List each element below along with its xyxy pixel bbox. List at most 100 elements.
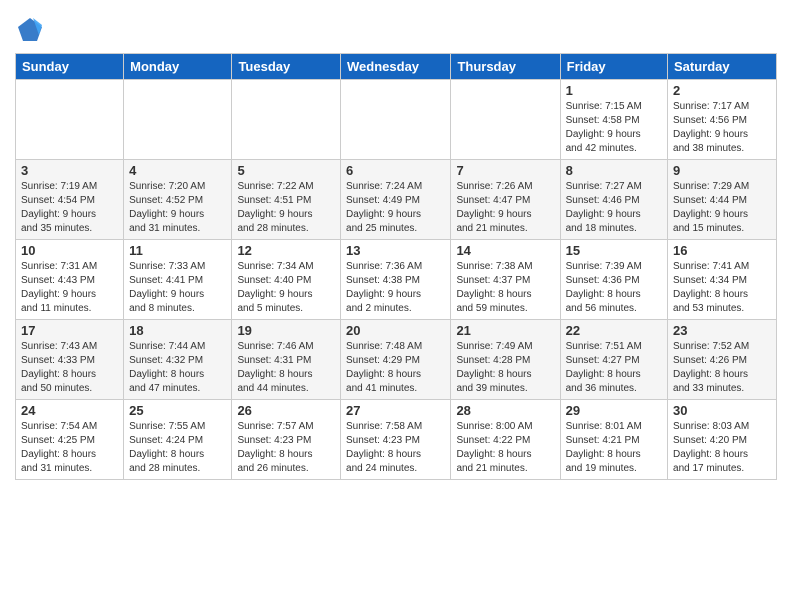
day-number: 20 <box>346 323 445 338</box>
day-number: 26 <box>237 403 335 418</box>
calendar-cell: 24 Sunrise: 7:54 AM Sunset: 4:25 PM Dayli… <box>16 400 124 480</box>
day-number: 3 <box>21 163 118 178</box>
weekday-header-saturday: Saturday <box>668 54 777 80</box>
day-info: Sunrise: 7:39 AM Sunset: 4:36 PM Dayligh… <box>566 260 662 316</box>
day-info: Sunrise: 7:24 AM Sunset: 4:49 PM Dayligh… <box>346 180 445 236</box>
day-number: 28 <box>456 403 554 418</box>
day-number: 11 <box>129 243 226 258</box>
page-container: SundayMondayTuesdayWednesdayThursdayFrid… <box>0 0 792 485</box>
day-number: 16 <box>673 243 771 258</box>
calendar-cell: 21Sunrise: 7:49 AM Sunset: 4:28 PM Dayli… <box>451 320 560 400</box>
week-row-4: 17Sunrise: 7:43 AM Sunset: 4:33 PM Dayli… <box>16 320 777 400</box>
day-info: Sunrise: 7:49 AM Sunset: 4:28 PM Dayligh… <box>456 340 554 396</box>
day-info: Sunrise: 7:26 AM Sunset: 4:47 PM Dayligh… <box>456 180 554 236</box>
day-number: 4 <box>129 163 226 178</box>
day-info: Sunrise: 7:33 AM Sunset: 4:41 PM Dayligh… <box>129 260 226 316</box>
day-info: Sunrise: 7:44 AM Sunset: 4:32 PM Dayligh… <box>129 340 226 396</box>
calendar-cell: 15 Sunrise: 7:39 AM Sunset: 4:36 PM Dayli… <box>560 240 667 320</box>
day-number: 15 <box>566 243 662 258</box>
day-number: 17 <box>21 323 118 338</box>
day-number: 23 <box>673 323 771 338</box>
day-number: 7 <box>456 163 554 178</box>
day-info: Sunrise: 7:22 AM Sunset: 4:51 PM Dayligh… <box>237 180 335 236</box>
day-info: Sunrise: 8:00 AM Sunset: 4:22 PM Dayligh… <box>456 420 554 476</box>
weekday-header-row: SundayMondayTuesdayWednesdayThursdayFrid… <box>16 54 777 80</box>
header <box>15 10 777 45</box>
day-info: Sunrise: 7:29 AM Sunset: 4:44 PM Dayligh… <box>673 180 771 236</box>
week-row-1: 1Sunrise: 7:15 AM Sunset: 4:58 PM Daylig… <box>16 80 777 160</box>
calendar-cell: 4Sunrise: 7:20 AM Sunset: 4:52 PM Daylig… <box>124 160 232 240</box>
calendar-cell: 16 Sunrise: 7:41 AM Sunset: 4:34 PM Dayli… <box>668 240 777 320</box>
calendar-cell <box>16 80 124 160</box>
day-number: 22 <box>566 323 662 338</box>
day-number: 1 <box>566 83 662 98</box>
day-number: 8 <box>566 163 662 178</box>
calendar-cell: 2 Sunrise: 7:17 AM Sunset: 4:56 PM Daylig… <box>668 80 777 160</box>
calendar-cell: 3 Sunrise: 7:19 AM Sunset: 4:54 PM Daylig… <box>16 160 124 240</box>
day-info: Sunrise: 7:54 AM Sunset: 4:25 PM Dayligh… <box>21 420 118 476</box>
calendar-cell: 25 Sunrise: 7:55 AM Sunset: 4:24 PM Dayli… <box>124 400 232 480</box>
day-info: Sunrise: 7:17 AM Sunset: 4:56 PM Dayligh… <box>673 100 771 156</box>
day-number: 18 <box>129 323 226 338</box>
week-row-5: 24 Sunrise: 7:54 AM Sunset: 4:25 PM Dayli… <box>16 400 777 480</box>
calendar-cell: 17Sunrise: 7:43 AM Sunset: 4:33 PM Dayli… <box>16 320 124 400</box>
week-row-3: 10 Sunrise: 7:31 AM Sunset: 4:43 PM Dayli… <box>16 240 777 320</box>
calendar-cell <box>451 80 560 160</box>
day-info: Sunrise: 7:57 AM Sunset: 4:23 PM Dayligh… <box>237 420 335 476</box>
calendar-cell: 11 Sunrise: 7:33 AM Sunset: 4:41 PM Dayli… <box>124 240 232 320</box>
day-number: 29 <box>566 403 662 418</box>
calendar-cell: 12 Sunrise: 7:34 AM Sunset: 4:40 PM Dayli… <box>232 240 341 320</box>
day-number: 12 <box>237 243 335 258</box>
day-number: 5 <box>237 163 335 178</box>
weekday-header-friday: Friday <box>560 54 667 80</box>
logo-icon <box>15 15 45 45</box>
calendar-cell: 10 Sunrise: 7:31 AM Sunset: 4:43 PM Dayli… <box>16 240 124 320</box>
day-info: Sunrise: 7:36 AM Sunset: 4:38 PM Dayligh… <box>346 260 445 316</box>
day-info: Sunrise: 7:31 AM Sunset: 4:43 PM Dayligh… <box>21 260 118 316</box>
day-info: Sunrise: 7:52 AM Sunset: 4:26 PM Dayligh… <box>673 340 771 396</box>
logo <box>15 15 47 45</box>
day-number: 24 <box>21 403 118 418</box>
day-number: 30 <box>673 403 771 418</box>
day-info: Sunrise: 7:38 AM Sunset: 4:37 PM Dayligh… <box>456 260 554 316</box>
calendar-cell: 9 Sunrise: 7:29 AM Sunset: 4:44 PM Daylig… <box>668 160 777 240</box>
calendar-cell: 7 Sunrise: 7:26 AM Sunset: 4:47 PM Daylig… <box>451 160 560 240</box>
day-number: 10 <box>21 243 118 258</box>
calendar-cell: 1Sunrise: 7:15 AM Sunset: 4:58 PM Daylig… <box>560 80 667 160</box>
calendar-cell: 22 Sunrise: 7:51 AM Sunset: 4:27 PM Dayli… <box>560 320 667 400</box>
calendar-cell: 20 Sunrise: 7:48 AM Sunset: 4:29 PM Dayli… <box>341 320 451 400</box>
weekday-header-sunday: Sunday <box>16 54 124 80</box>
calendar-cell: 23 Sunrise: 7:52 AM Sunset: 4:26 PM Dayli… <box>668 320 777 400</box>
day-number: 25 <box>129 403 226 418</box>
day-number: 9 <box>673 163 771 178</box>
calendar-cell: 8 Sunrise: 7:27 AM Sunset: 4:46 PM Daylig… <box>560 160 667 240</box>
day-info: Sunrise: 7:58 AM Sunset: 4:23 PM Dayligh… <box>346 420 445 476</box>
day-info: Sunrise: 7:55 AM Sunset: 4:24 PM Dayligh… <box>129 420 226 476</box>
calendar-cell: 6Sunrise: 7:24 AM Sunset: 4:49 PM Daylig… <box>341 160 451 240</box>
weekday-header-monday: Monday <box>124 54 232 80</box>
calendar-cell: 13 Sunrise: 7:36 AM Sunset: 4:38 PM Dayli… <box>341 240 451 320</box>
day-info: Sunrise: 7:34 AM Sunset: 4:40 PM Dayligh… <box>237 260 335 316</box>
day-info: Sunrise: 7:19 AM Sunset: 4:54 PM Dayligh… <box>21 180 118 236</box>
weekday-header-thursday: Thursday <box>451 54 560 80</box>
calendar-cell <box>232 80 341 160</box>
calendar-cell: 5 Sunrise: 7:22 AM Sunset: 4:51 PM Daylig… <box>232 160 341 240</box>
weekday-header-tuesday: Tuesday <box>232 54 341 80</box>
week-row-2: 3 Sunrise: 7:19 AM Sunset: 4:54 PM Daylig… <box>16 160 777 240</box>
day-info: Sunrise: 7:41 AM Sunset: 4:34 PM Dayligh… <box>673 260 771 316</box>
day-info: Sunrise: 7:27 AM Sunset: 4:46 PM Dayligh… <box>566 180 662 236</box>
day-info: Sunrise: 7:48 AM Sunset: 4:29 PM Dayligh… <box>346 340 445 396</box>
calendar-cell: 29Sunrise: 8:01 AM Sunset: 4:21 PM Dayli… <box>560 400 667 480</box>
calendar-cell: 14 Sunrise: 7:38 AM Sunset: 4:37 PM Dayli… <box>451 240 560 320</box>
day-number: 19 <box>237 323 335 338</box>
calendar: SundayMondayTuesdayWednesdayThursdayFrid… <box>15 53 777 480</box>
calendar-cell: 27Sunrise: 7:58 AM Sunset: 4:23 PM Dayli… <box>341 400 451 480</box>
calendar-cell: 26 Sunrise: 7:57 AM Sunset: 4:23 PM Dayli… <box>232 400 341 480</box>
calendar-cell: 19 Sunrise: 7:46 AM Sunset: 4:31 PM Dayli… <box>232 320 341 400</box>
day-number: 14 <box>456 243 554 258</box>
day-info: Sunrise: 7:46 AM Sunset: 4:31 PM Dayligh… <box>237 340 335 396</box>
day-number: 2 <box>673 83 771 98</box>
calendar-cell: 28 Sunrise: 8:00 AM Sunset: 4:22 PM Dayli… <box>451 400 560 480</box>
day-info: Sunrise: 7:51 AM Sunset: 4:27 PM Dayligh… <box>566 340 662 396</box>
day-number: 13 <box>346 243 445 258</box>
